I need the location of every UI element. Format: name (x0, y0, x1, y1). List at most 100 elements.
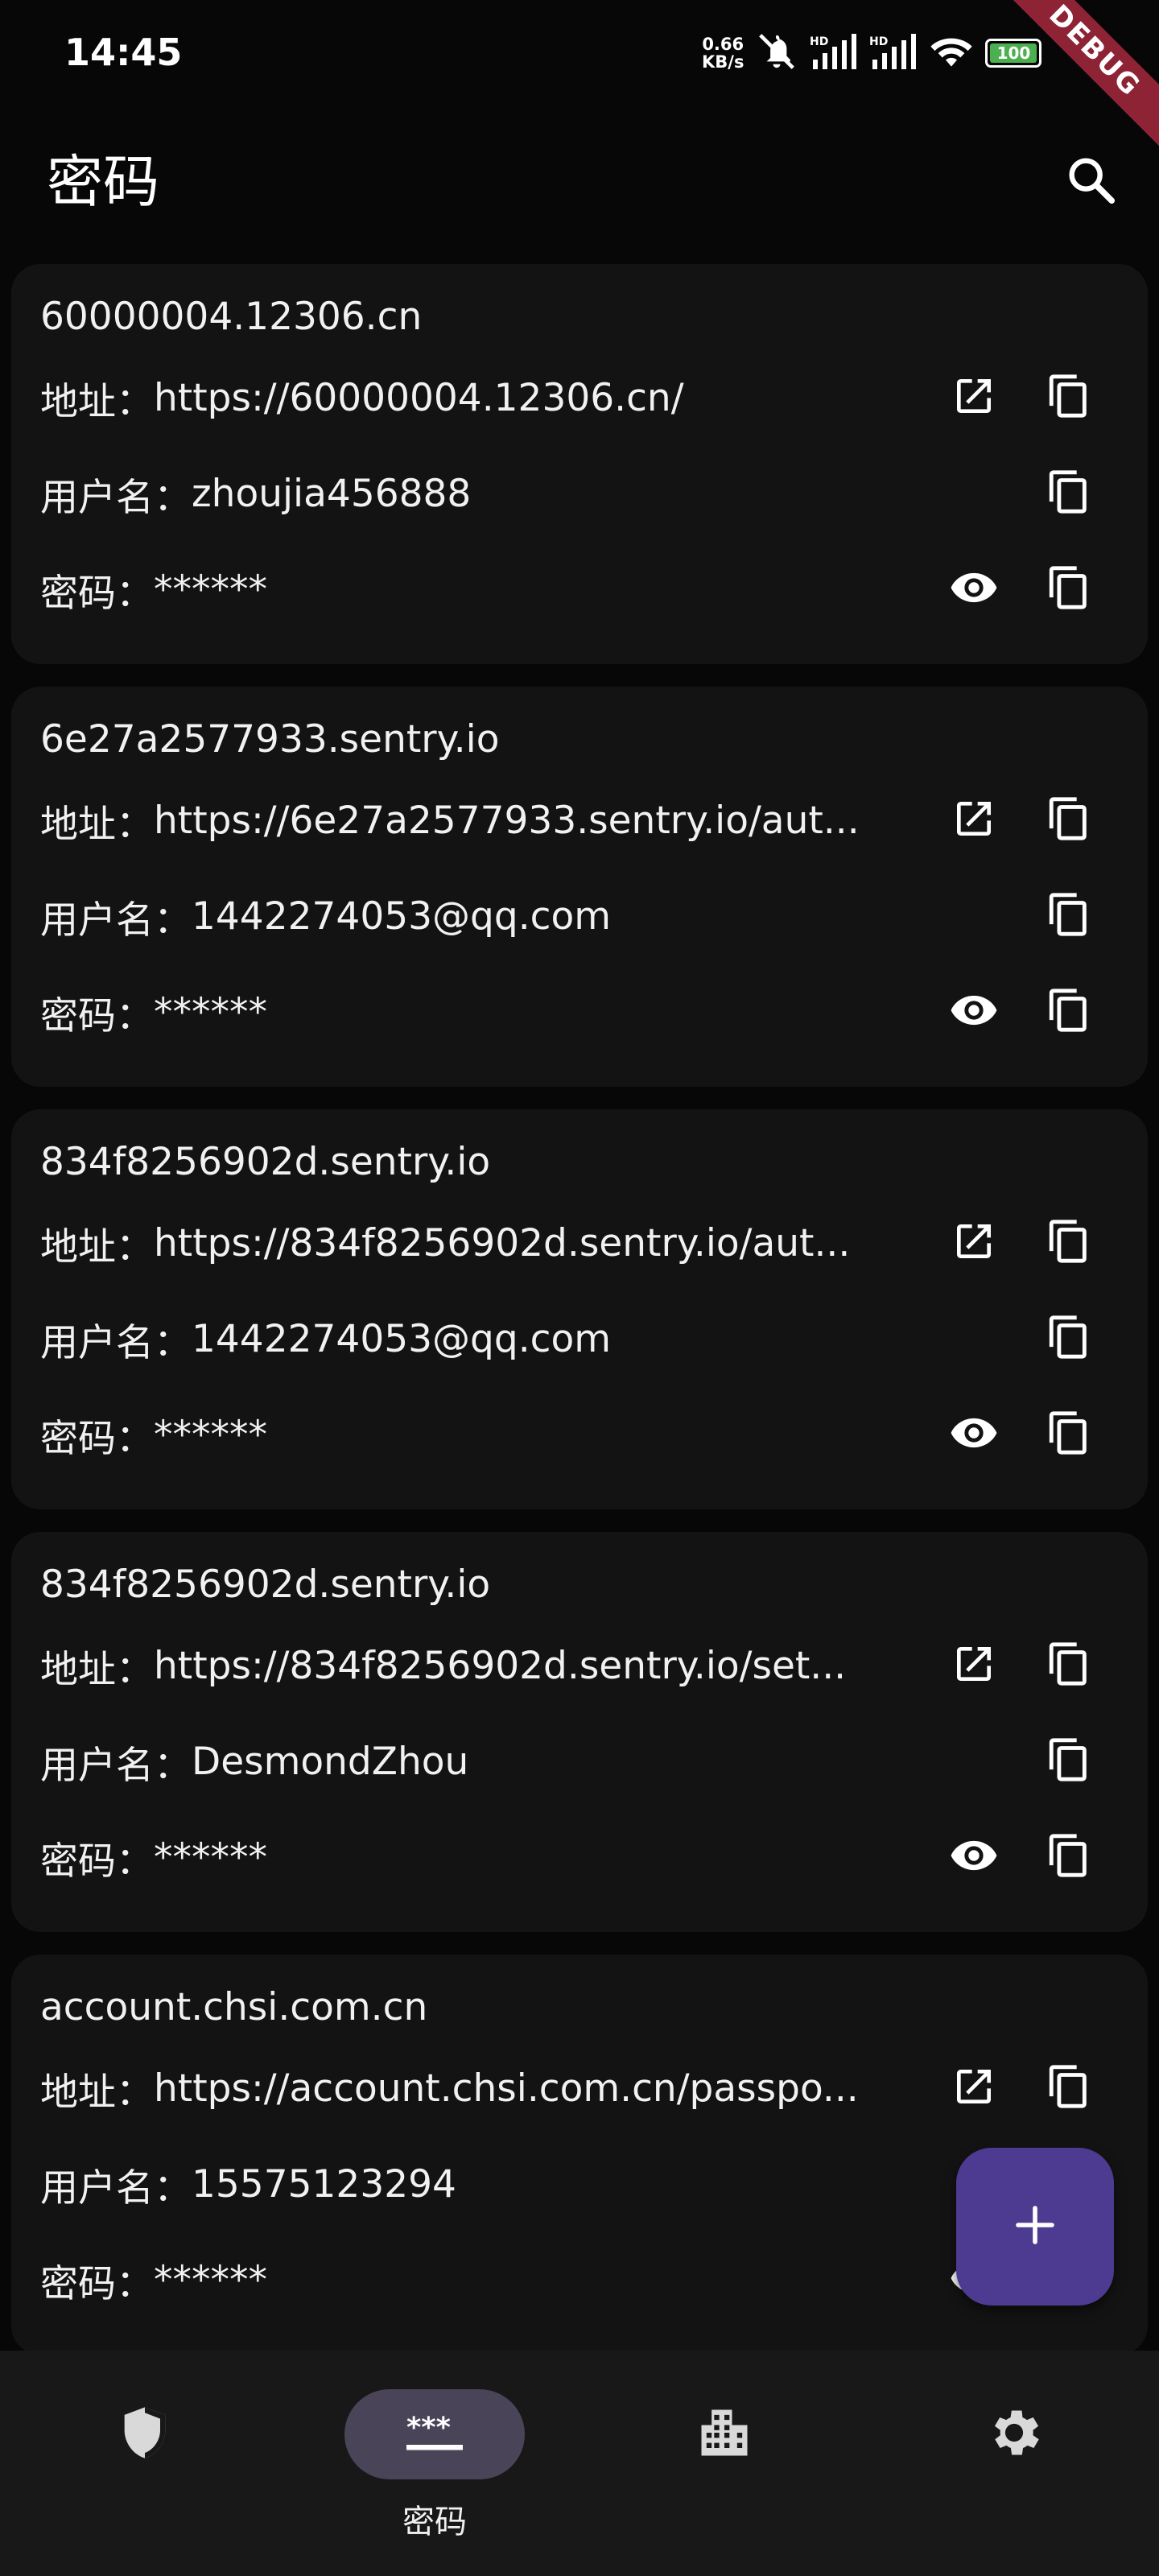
copy-username-button[interactable] (1037, 1729, 1101, 1794)
password-label: 密码： (40, 2261, 154, 2306)
password-row: 密码： ****** (40, 557, 267, 621)
username-label: 用户名： (40, 1743, 192, 1788)
nav-icon-container (634, 2389, 815, 2479)
copy-url-button[interactable] (1037, 365, 1101, 430)
password-card[interactable]: 60000004.12306.cn 地址： https://60000004.1… (11, 264, 1148, 664)
show-password-button[interactable] (942, 1402, 1006, 1467)
password-value: ****** (154, 1835, 267, 1880)
show-password-button[interactable] (942, 557, 1006, 621)
copy-icon (1046, 564, 1092, 614)
username-label: 用户名： (40, 475, 192, 520)
show-password-button[interactable] (942, 980, 1006, 1044)
username-value: 15575123294 (192, 2161, 456, 2207)
svg-text:***: *** (406, 2412, 451, 2444)
open-in-new-icon (951, 1641, 996, 1690)
open-link-button[interactable] (942, 788, 1006, 852)
password-label: 密码： (40, 1416, 154, 1461)
username-row: 用户名： DesmondZhou (40, 1729, 468, 1794)
password-card[interactable]: 834f8256902d.sentry.io 地址： https://834f8… (11, 1109, 1148, 1509)
password-value: ****** (154, 1412, 267, 1457)
copy-url-button[interactable] (1037, 2056, 1101, 2120)
url-row: 地址： https://60000004.12306.cn/ (40, 365, 684, 430)
status-icons: 0.66 KB/s HD HD 100 (702, 29, 1042, 77)
shield-icon (114, 2402, 175, 2467)
nav-item-settings[interactable] (869, 2351, 1159, 2576)
username-value: DesmondZhou (192, 1739, 469, 1784)
eye-icon (949, 1408, 999, 1461)
password-row: 密码： ****** (40, 980, 267, 1044)
copy-password-button[interactable] (1037, 1825, 1101, 1889)
url-label: 地址： (40, 379, 154, 424)
app-bar: 密码 (0, 121, 1159, 242)
gear-icon (984, 2402, 1045, 2467)
search-button[interactable] (1054, 145, 1127, 217)
signal-icon-2: HD (869, 34, 918, 72)
nav-item-security[interactable] (0, 2351, 290, 2576)
network-speed-unit: KB/s (702, 52, 744, 72)
eye-icon (949, 1831, 999, 1884)
copy-url-button[interactable] (1037, 1633, 1101, 1698)
username-row: 用户名： 1442274053@qq.com (40, 884, 611, 948)
copy-icon (1046, 1832, 1092, 1882)
eye-icon (949, 563, 999, 616)
password-label: 密码： (40, 1839, 154, 1884)
username-label: 用户名： (40, 1320, 192, 1365)
card-title: 834f8256902d.sentry.io (40, 1140, 491, 1184)
copy-url-button[interactable] (1037, 788, 1101, 852)
copy-username-button[interactable] (1037, 461, 1101, 526)
open-link-button[interactable] (942, 1211, 1006, 1275)
username-label: 用户名： (40, 898, 192, 943)
vibrate-off-icon (755, 30, 798, 76)
copy-icon (1046, 1736, 1092, 1786)
copy-icon (1046, 2063, 1092, 2113)
open-link-button[interactable] (942, 365, 1006, 430)
card-title: 834f8256902d.sentry.io (40, 1563, 491, 1607)
nav-icon-container (55, 2389, 235, 2479)
show-password-button[interactable] (942, 1825, 1006, 1889)
bottom-navigation: *** 密码 (0, 2351, 1159, 2576)
username-row: 用户名： 15575123294 (40, 2152, 456, 2216)
nav-item-organization[interactable] (580, 2351, 869, 2576)
copy-password-button[interactable] (1037, 980, 1101, 1044)
username-label: 用户名： (40, 2165, 192, 2211)
copy-icon (1046, 469, 1092, 518)
copy-icon (1046, 373, 1092, 423)
url-label: 地址： (40, 1224, 154, 1269)
password-value: ****** (154, 567, 267, 612)
add-password-button[interactable] (956, 2148, 1114, 2306)
copy-url-button[interactable] (1037, 1211, 1101, 1275)
card-title: 6e27a2577933.sentry.io (40, 717, 500, 762)
copy-password-button[interactable] (1037, 1402, 1101, 1467)
url-row: 地址： https://834f8256902d.sentry.io/set..… (40, 1633, 846, 1698)
battery-icon: 100 (985, 39, 1042, 68)
wifi-icon (929, 32, 974, 74)
url-value: https://834f8256902d.sentry.io/aut... (154, 1220, 851, 1265)
svg-text:HD: HD (810, 35, 828, 48)
password-card[interactable]: 6e27a2577933.sentry.io 地址： https://6e27a… (11, 687, 1148, 1087)
battery-level: 100 (996, 43, 1031, 63)
username-row: 用户名： zhoujia456888 (40, 461, 471, 526)
url-row: 地址： https://834f8256902d.sentry.io/aut..… (40, 1211, 850, 1275)
copy-icon (1046, 1218, 1092, 1268)
card-title: 60000004.12306.cn (40, 295, 423, 339)
copy-icon (1046, 1314, 1092, 1364)
password-label: 密码： (40, 571, 154, 616)
add-icon (1013, 2202, 1058, 2251)
password-label: 密码： (40, 993, 154, 1038)
copy-username-button[interactable] (1037, 884, 1101, 948)
password-row: 密码： ****** (40, 1825, 267, 1889)
open-link-button[interactable] (942, 1633, 1006, 1698)
copy-username-button[interactable] (1037, 1307, 1101, 1371)
eye-icon (949, 985, 999, 1038)
nav-item-password[interactable]: *** 密码 (290, 2351, 580, 2576)
copy-password-button[interactable] (1037, 557, 1101, 621)
open-link-button[interactable] (942, 2056, 1006, 2120)
network-speed-value: 0.66 (702, 35, 744, 54)
nav-label-password: 密码 (402, 2504, 467, 2541)
network-speed: 0.66 KB/s (702, 35, 744, 71)
signal-icon: HD (810, 34, 858, 72)
svg-text:HD: HD (869, 35, 888, 48)
password-card[interactable]: 834f8256902d.sentry.io 地址： https://834f8… (11, 1532, 1148, 1932)
status-time: 14:45 (64, 31, 183, 74)
password-row: 密码： ****** (40, 1402, 267, 1467)
